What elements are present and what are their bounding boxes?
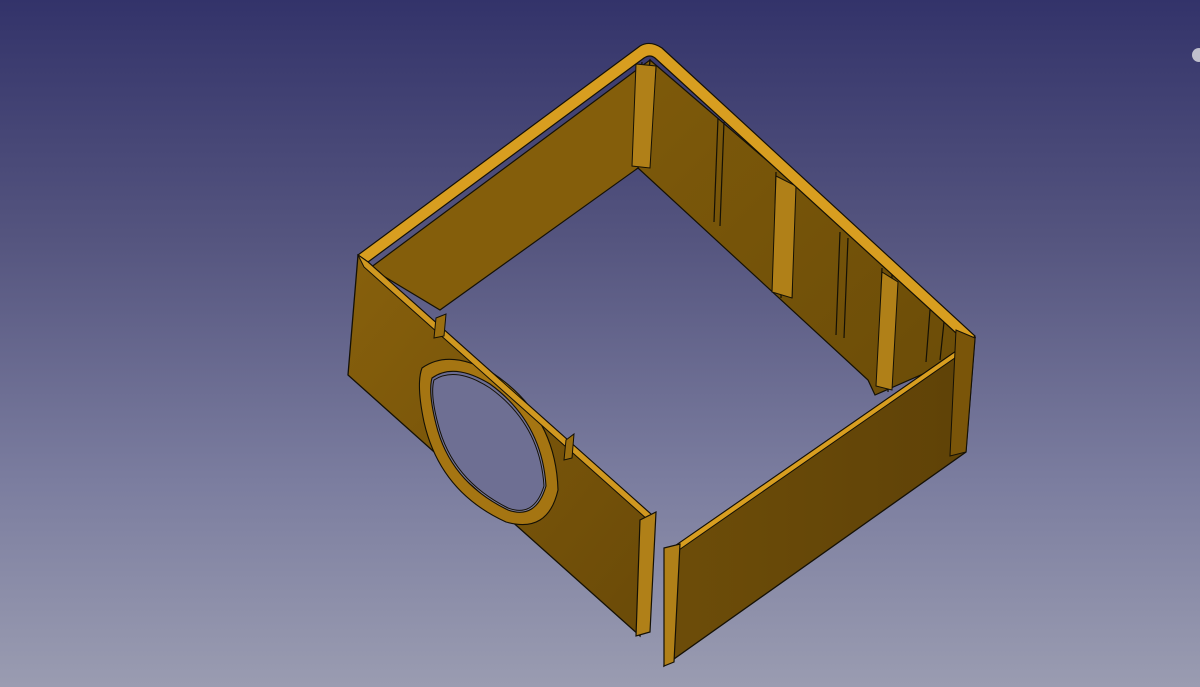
navigation-cube-icon[interactable] — [1192, 48, 1200, 62]
inner-tab-1 — [433, 313, 447, 339]
3d-viewport[interactable] — [0, 0, 1200, 687]
front-right-wall — [663, 336, 976, 668]
circular-hole — [432, 374, 545, 511]
rib-post-mid — [771, 175, 797, 299]
inner-wall-back-left — [368, 58, 651, 311]
model-scene[interactable] — [0, 0, 1200, 687]
inner-wall-back-right — [637, 58, 971, 396]
